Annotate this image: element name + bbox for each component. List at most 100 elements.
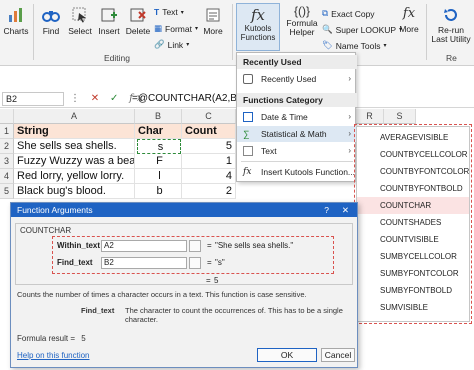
name-box[interactable]: B2 — [2, 92, 64, 106]
table-cell[interactable]: 4 — [182, 169, 236, 184]
table-cell[interactable]: 1 — [182, 154, 236, 169]
help-link[interactable]: Help on this function — [17, 351, 90, 360]
help-icon[interactable]: ? — [324, 203, 329, 217]
row-header[interactable]: 4 — [0, 169, 14, 184]
menu-item-insert-function[interactable]: fx Insert Kutools Function... — [237, 164, 357, 180]
formula-result-row: Formula result = 5 — [17, 334, 86, 343]
row-header[interactable]: 2 — [0, 139, 14, 154]
submenu-item[interactable]: SUMBYCELLCOLOR — [357, 248, 469, 265]
table-cell[interactable]: b — [135, 184, 182, 199]
table-cell[interactable]: Char — [135, 124, 182, 139]
more-button[interactable]: More — [200, 6, 226, 36]
table-cell[interactable]: 2 — [182, 184, 236, 199]
kutools-functions-button[interactable]: fx Kutools Functions — [236, 3, 280, 51]
submenu-item[interactable]: COUNTBYFONTBOLD — [357, 180, 469, 197]
sigma-icon: ∑ — [243, 129, 250, 139]
table-cell[interactable]: 5 — [182, 139, 236, 154]
table-cell[interactable]: She sells sea shells. — [14, 139, 135, 154]
insert-icon — [101, 8, 117, 22]
row-header[interactable]: 5 — [0, 184, 14, 199]
recently-used-header: Recently Used — [237, 55, 357, 69]
submenu-item[interactable]: SUMBYFONTBOLD — [357, 282, 469, 299]
kutools-functions-label: Kutools Functions — [240, 24, 276, 42]
submenu-item[interactable]: COUNTBYCELLCOLOR — [357, 146, 469, 163]
select-all-corner[interactable] — [0, 109, 14, 124]
dialog-titlebar[interactable]: Function Arguments ? ✕ — [11, 203, 357, 217]
insert-button[interactable]: Insert — [96, 6, 122, 36]
formula-helper-button[interactable]: {()} Formula Helper — [284, 4, 320, 37]
table-cell[interactable]: Red lorry, yellow lorry. — [14, 169, 135, 184]
argument-help-label: Find_text — [81, 306, 115, 315]
fx-icon: fx — [250, 6, 265, 24]
submenu-item[interactable]: SUMVISIBLE — [357, 299, 469, 316]
within-text-input[interactable]: A2 — [101, 240, 187, 252]
more-label: More — [203, 26, 223, 36]
more-functions-button[interactable]: fx More — [396, 6, 422, 34]
charts-button[interactable]: Charts — [2, 6, 30, 36]
text-icon — [243, 146, 253, 156]
close-icon[interactable]: ✕ — [342, 203, 349, 217]
menu-item-label: Recently Used — [261, 74, 317, 84]
insert-label: Insert — [98, 26, 120, 36]
table-cell[interactable]: Count — [182, 124, 236, 139]
overall-result: 5 — [214, 276, 219, 285]
enter-icon[interactable]: ✓ — [110, 93, 122, 104]
active-cell[interactable]: s — [137, 139, 181, 154]
menu-item-text[interactable]: Text › — [237, 143, 357, 159]
formula-input[interactable]: =@COUNTCHAR(A2,B2) — [132, 93, 246, 104]
submenu-item-selected[interactable]: COUNTCHAR — [357, 197, 469, 214]
menu-item-statistical-math[interactable]: ∑ Statistical & Math › — [237, 126, 357, 142]
column-header[interactable]: C — [182, 109, 236, 124]
column-header[interactable]: S — [384, 109, 416, 124]
within-text-result: "She sells sea shells." — [215, 241, 294, 250]
editing-group-label: Editing — [104, 53, 130, 63]
table-cell[interactable]: Black bug's blood. — [14, 184, 135, 199]
column-header[interactable]: B — [135, 109, 182, 124]
submenu-item[interactable]: COUNTBYFONTCOLOR — [357, 163, 469, 180]
submenu-item[interactable]: COUNTVISIBLE — [357, 231, 469, 248]
rerun-button[interactable]: Re-run Last Utility — [430, 6, 472, 44]
column-header[interactable]: R — [356, 109, 384, 124]
delete-icon — [130, 8, 146, 22]
collapse-dialog-icon[interactable] — [189, 240, 201, 252]
collapse-dialog-icon[interactable] — [189, 257, 201, 269]
delete-label: Delete — [125, 26, 151, 36]
delete-button[interactable]: Delete — [124, 6, 152, 36]
functions-category-header: Functions Category — [237, 93, 357, 107]
find-button[interactable]: Find — [38, 6, 64, 36]
menu-item-recently-used[interactable]: Recently Used › — [237, 71, 357, 87]
formula-helper-label: Formula Helper — [286, 18, 318, 37]
menu-item-label: Text — [261, 146, 277, 156]
lookup-icon: 🔍 — [322, 24, 333, 34]
table-cell[interactable]: l — [135, 169, 182, 184]
find-text-input[interactable]: B2 — [101, 257, 187, 269]
submenu-item[interactable]: AVERAGEVISIBLE — [357, 129, 469, 146]
ok-button[interactable]: OK — [257, 348, 317, 362]
select-label: Select — [68, 26, 92, 36]
name-tools-label: Name Tools — [335, 40, 381, 51]
find-text-label: Find_text — [57, 258, 93, 267]
cancel-button[interactable]: Cancel — [321, 348, 355, 362]
exact-copy-label: Exact Copy — [331, 8, 375, 19]
submenu-item[interactable]: COUNTSHADES — [357, 214, 469, 231]
table-cell[interactable]: F — [135, 154, 182, 169]
table-cell[interactable]: Fuzzy Wuzzy was a bear. — [14, 154, 135, 169]
chevron-right-icon: › — [348, 74, 351, 83]
menu-item-label: Date & Time — [261, 112, 308, 122]
format-button[interactable]: ▦ Format ▾ — [154, 23, 198, 34]
menu-item-label: Statistical & Math — [261, 129, 327, 139]
select-button[interactable]: Select — [66, 6, 94, 36]
formula-result-label: Formula result = — [17, 334, 76, 343]
exact-copy-button[interactable]: ⧉ Exact Copy — [322, 8, 375, 19]
cancel-icon[interactable]: ✕ — [91, 93, 103, 104]
menu-item-date-time[interactable]: Date & Time › — [237, 109, 357, 125]
name-tools-button[interactable]: 🏷 Name Tools ▾ — [322, 40, 387, 51]
submenu-item[interactable]: SUMBYFONTCOLOR — [357, 265, 469, 282]
text-button[interactable]: T Text ▾ — [154, 7, 184, 17]
row-header[interactable]: 3 — [0, 154, 14, 169]
row-header[interactable]: 1 — [0, 124, 14, 139]
column-header[interactable]: A — [14, 109, 135, 124]
super-lookup-button[interactable]: 🔍 Super LOOKUP ▾ — [322, 24, 402, 35]
link-button[interactable]: 🔗 Link ▾ — [154, 39, 189, 50]
table-cell[interactable]: String — [14, 124, 135, 139]
